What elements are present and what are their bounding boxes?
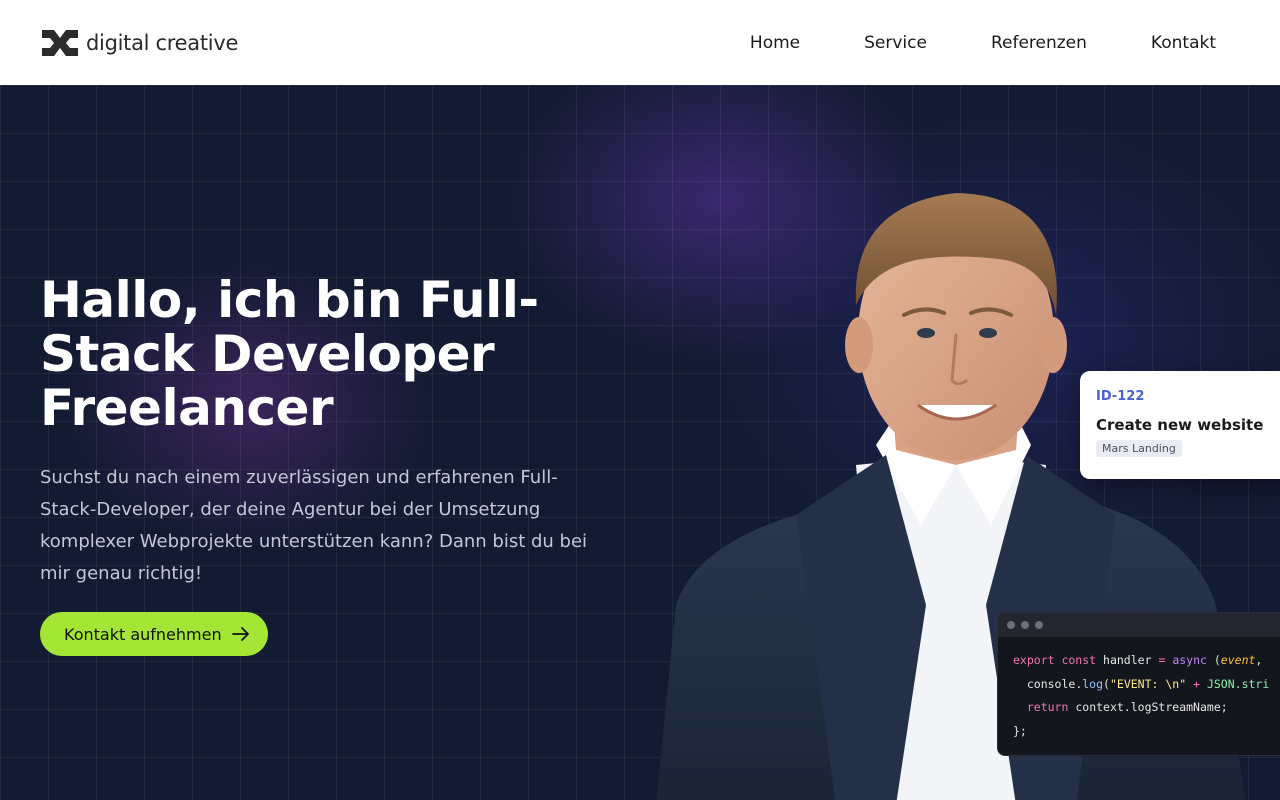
task-tag: Mars Landing xyxy=(1096,440,1182,457)
code-snippet: export const handler = async (event, con… xyxy=(998,637,1280,743)
nav-referenzen[interactable]: Referenzen xyxy=(959,33,1119,53)
code-window: export const handler = async (event, con… xyxy=(997,612,1280,756)
logo-mark-icon xyxy=(42,29,78,56)
code-window-titlebar xyxy=(998,613,1280,637)
nav-kontakt[interactable]: Kontakt xyxy=(1119,33,1240,53)
contact-button[interactable]: Kontakt aufnehmen xyxy=(40,612,268,656)
logo-text: digital creative xyxy=(86,30,239,55)
code-line-1: export const handler = async (event, xyxy=(1013,653,1263,667)
hero-section: Hallo, ich bin Full-Stack Developer Free… xyxy=(0,85,1280,800)
main-nav: Home Service Referenzen Kontakt xyxy=(718,33,1240,53)
task-id: ID-122 xyxy=(1096,389,1145,404)
task-card: ID-122 Create new website Mars Landing xyxy=(1080,371,1280,479)
code-line-3: return context.logStreamName; xyxy=(1026,700,1228,714)
hero-description: Suchst du nach einem zuverlässigen und e… xyxy=(40,467,588,584)
arrow-right-icon xyxy=(231,627,249,641)
site-header: digital creative Home Service Referenzen… xyxy=(0,0,1280,85)
hero-title: Hallo, ich bin Full-Stack Developer Free… xyxy=(40,271,539,437)
nav-home[interactable]: Home xyxy=(718,33,832,53)
window-dot-icon xyxy=(1007,621,1015,629)
code-line-4: }; xyxy=(1013,723,1027,738)
contact-button-label: Kontakt aufnehmen xyxy=(64,624,222,644)
code-line-2: console.log("EVENT: \n" + JSON.stri xyxy=(1026,676,1270,691)
window-dot-icon xyxy=(1021,621,1029,629)
task-title: Create new website xyxy=(1096,416,1264,434)
logo[interactable]: digital creative xyxy=(40,28,238,58)
window-dot-icon xyxy=(1035,621,1043,629)
nav-service[interactable]: Service xyxy=(832,33,959,53)
